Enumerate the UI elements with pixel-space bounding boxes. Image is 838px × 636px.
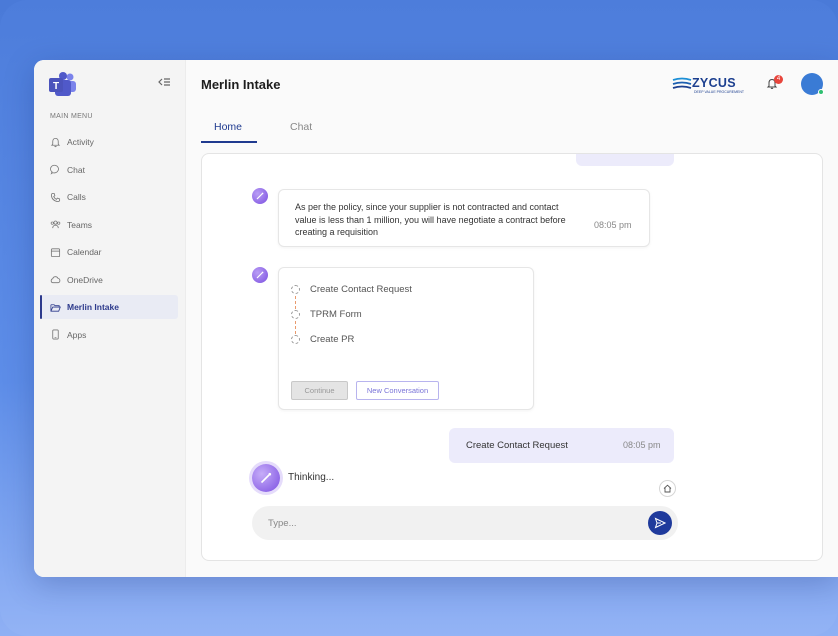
user-message-text: Create Contact Request — [466, 440, 568, 451]
step-status-icon — [291, 335, 300, 344]
sidebar-item-calls[interactable]: Calls — [40, 185, 178, 209]
thinking-text: Thinking... — [288, 472, 335, 483]
cloud-icon — [50, 276, 61, 284]
previous-message-bubble — [576, 154, 674, 166]
bot-thinking-avatar — [252, 464, 280, 492]
sidebar-item-label: Calls — [67, 192, 86, 202]
main-content: Merlin Intake ZYCUS DEEP VALUE PROCUREME… — [186, 60, 838, 577]
sidebar-item-onedrive[interactable]: OneDrive — [40, 268, 178, 292]
sidebar-item-label: Apps — [67, 329, 87, 340]
step-connector — [295, 321, 296, 334]
send-icon — [654, 517, 666, 529]
sidebar-item-calendar[interactable]: Calendar — [40, 240, 178, 264]
step-label: Create PR — [310, 334, 355, 345]
phone-icon — [50, 192, 61, 202]
message-input-bar — [252, 506, 678, 540]
step-item[interactable]: Create Contact Request — [291, 284, 412, 295]
wand-icon — [256, 192, 264, 200]
home-icon — [663, 484, 672, 493]
background: T MAIN MENU Activity Chat Calls Teams Ca… — [0, 0, 838, 636]
app-window: T MAIN MENU Activity Chat Calls Teams Ca… — [34, 60, 838, 577]
bell-icon — [50, 137, 61, 147]
bot-message-card: As per the policy, since your supplier i… — [278, 189, 650, 247]
calendar-icon — [50, 247, 61, 257]
zycus-logo-mark — [672, 77, 692, 89]
teams-logo: T — [49, 72, 76, 96]
bot-avatar — [252, 188, 268, 204]
folder-open-icon — [50, 303, 61, 312]
send-button[interactable] — [648, 511, 672, 535]
continue-button[interactable]: Continue — [291, 381, 348, 400]
step-status-icon — [291, 285, 300, 294]
user-message-bubble: Create Contact Request 08:05 pm — [449, 428, 674, 463]
steps-card: Create Contact Request TPRM Form Create … — [278, 267, 534, 410]
svg-text:T: T — [53, 81, 59, 92]
sidebar: T MAIN MENU Activity Chat Calls Teams Ca… — [34, 60, 186, 577]
chat-bubble-icon — [50, 164, 59, 175]
step-item[interactable]: Create PR — [291, 334, 354, 345]
wand-icon — [256, 271, 264, 279]
device-icon — [52, 329, 59, 340]
step-label: TPRM Form — [310, 309, 362, 320]
tab-chat[interactable]: Chat — [290, 121, 312, 133]
message-time: 08:05 pm — [623, 440, 661, 450]
new-conversation-button[interactable]: New Conversation — [356, 381, 439, 400]
menu-title: MAIN MENU — [50, 113, 93, 120]
message-time: 08:05 pm — [594, 220, 632, 230]
sidebar-item-teams[interactable]: Teams — [40, 213, 178, 237]
tab-home[interactable]: Home — [214, 121, 242, 133]
home-button[interactable] — [659, 480, 676, 497]
active-tab-indicator — [201, 141, 257, 143]
zycus-logo: ZYCUS DEEP VALUE PROCUREMENT — [672, 76, 744, 94]
sidebar-item-apps[interactable]: Apps — [40, 323, 178, 347]
step-item[interactable]: TPRM Form — [291, 309, 362, 320]
sidebar-item-merlin-intake[interactable]: Merlin Intake — [40, 295, 178, 319]
brand-name: ZYCUS — [692, 76, 736, 90]
sidebar-item-chat[interactable]: Chat — [40, 158, 178, 182]
bot-message-text: As per the policy, since your supplier i… — [295, 202, 566, 237]
sidebar-item-label: Teams — [67, 219, 93, 230]
step-label: Create Contact Request — [310, 284, 412, 295]
step-connector — [295, 296, 296, 309]
message-input[interactable] — [268, 515, 628, 531]
notification-badge: 4 — [774, 75, 783, 84]
sidebar-item-label: Merlin Intake — [67, 302, 119, 312]
sidebar-item-label: Chat — [67, 164, 85, 175]
people-icon — [50, 220, 61, 229]
sidebar-item-label: Activity — [67, 137, 94, 147]
sidebar-nav: Activity Chat Calls Teams Calendar OneDr… — [40, 130, 178, 350]
chat-panel: As per the policy, since your supplier i… — [201, 153, 823, 561]
bot-avatar — [252, 267, 268, 283]
wand-icon — [260, 472, 272, 484]
step-status-icon — [291, 310, 300, 319]
brand-tagline: DEEP VALUE PROCUREMENT — [694, 90, 745, 94]
online-status-dot — [818, 89, 824, 95]
sidebar-item-activity[interactable]: Activity — [40, 130, 178, 154]
page-title: Merlin Intake — [201, 77, 281, 92]
sidebar-item-label: Calendar — [67, 247, 102, 257]
collapse-sidebar-icon[interactable] — [157, 75, 171, 89]
sidebar-item-label: OneDrive — [67, 274, 103, 285]
